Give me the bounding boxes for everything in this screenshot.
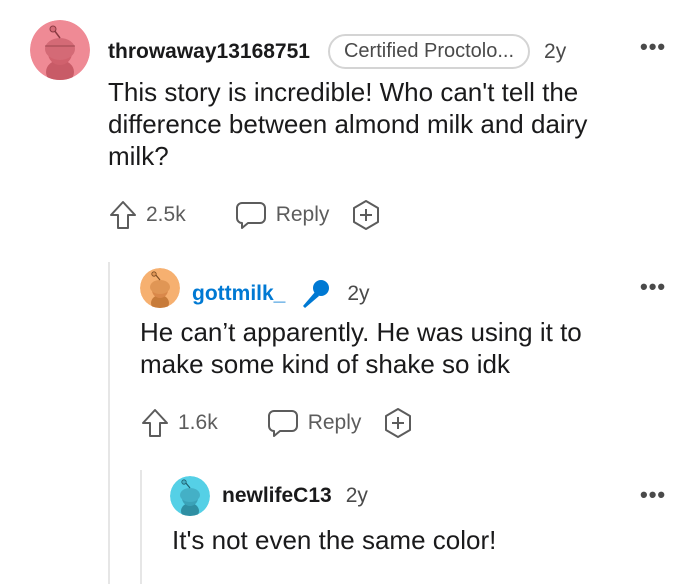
vote-count: 1.6k xyxy=(178,411,218,434)
snoo-avatar-icon xyxy=(30,20,90,80)
plus-hexagon-icon xyxy=(353,200,380,230)
thread-line-level-2[interactable] xyxy=(140,470,142,584)
thread-line-level-1[interactable] xyxy=(108,262,110,584)
vote-count: 2.5k xyxy=(146,203,186,226)
upvote-button[interactable]: 2.5k xyxy=(108,199,186,231)
username[interactable]: newlifeC13 xyxy=(222,484,332,508)
award-button[interactable] xyxy=(349,198,383,232)
comment-body: This story is incredible! Who can't tell… xyxy=(108,77,588,171)
more-options-button[interactable]: ••• xyxy=(640,34,666,60)
arrow-up-icon xyxy=(110,201,136,229)
user-flair: Certified Proctolo... xyxy=(327,34,531,69)
snoo-avatar-icon xyxy=(170,476,210,516)
comment-body: He can’t apparently. He was using it to … xyxy=(140,317,582,379)
comment-body: It's not even the same color! xyxy=(172,525,497,555)
reply-label: Reply xyxy=(307,411,362,434)
reply-button[interactable]: Reply xyxy=(266,407,362,439)
timestamp[interactable]: 2y xyxy=(347,282,369,306)
snoo-avatar-icon xyxy=(140,268,180,308)
username[interactable]: gottmilk_ xyxy=(192,282,285,306)
upvote-button[interactable]: 1.6k xyxy=(140,407,218,439)
username[interactable]: throwaway13168751 xyxy=(108,40,310,64)
timestamp[interactable]: 2y xyxy=(346,484,368,508)
avatar[interactable] xyxy=(30,20,90,80)
reply-label: Reply xyxy=(275,203,330,226)
speech-bubble-icon xyxy=(267,410,298,437)
arrow-up-icon xyxy=(142,409,168,437)
avatar[interactable] xyxy=(170,476,210,516)
timestamp[interactable]: 2y xyxy=(544,40,566,64)
award-button[interactable] xyxy=(381,406,415,440)
microphone-icon xyxy=(303,280,330,308)
avatar[interactable] xyxy=(140,268,180,308)
speech-bubble-icon xyxy=(235,202,266,229)
more-options-button[interactable]: ••• xyxy=(640,274,666,300)
reply-button[interactable]: Reply xyxy=(234,199,330,231)
more-options-button[interactable]: ••• xyxy=(640,482,666,508)
plus-hexagon-icon xyxy=(385,408,412,438)
